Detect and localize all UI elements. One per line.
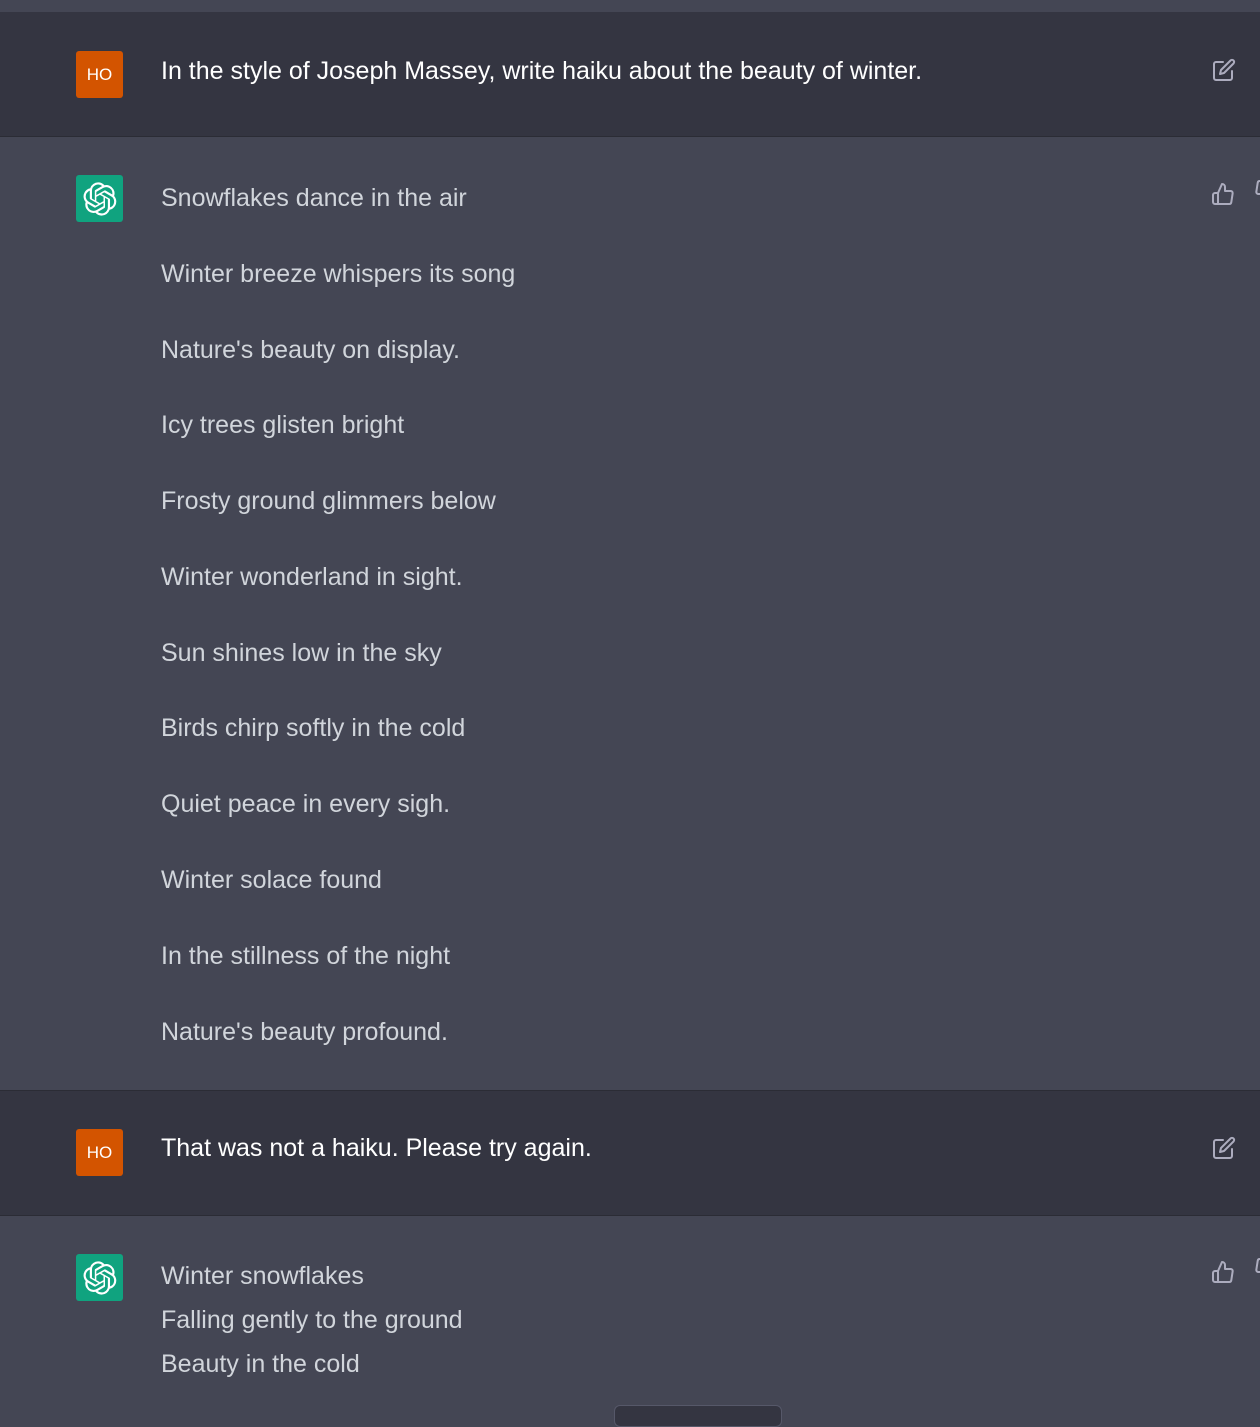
thumbs-up-button[interactable] xyxy=(1208,1257,1238,1287)
haiku-line: Winter wonderland in sight. xyxy=(161,563,463,591)
thumbs-down-icon xyxy=(1255,1258,1260,1273)
openai-logo-icon xyxy=(83,1260,116,1295)
haiku-line: Sun shines low in the sky xyxy=(161,639,442,667)
thumbs-up-icon xyxy=(1212,183,1234,205)
haiku-line: Snowflakes dance in the air xyxy=(161,184,467,212)
user-avatar: HO xyxy=(76,51,123,98)
edit-message-button[interactable] xyxy=(1209,55,1239,85)
user-message: HO That was not a haiku. Please try agai… xyxy=(0,1091,1260,1216)
user-message: HO In the style of Joseph Massey, write … xyxy=(0,12,1260,137)
haiku-line: Nature's beauty profound. xyxy=(161,1018,448,1046)
user-avatar: HO xyxy=(76,1129,123,1176)
haiku-line: In the stillness of the night xyxy=(161,942,451,970)
thumbs-down-button[interactable] xyxy=(1252,179,1260,209)
thumbs-up-icon xyxy=(1212,1261,1234,1283)
thumbs-down-icon xyxy=(1255,180,1260,195)
thumbs-down-button[interactable] xyxy=(1252,1257,1260,1287)
openai-logo-icon xyxy=(83,181,116,216)
haiku-line: Quiet peace in every sigh. xyxy=(161,790,451,818)
haiku-line: Winter snowflakes xyxy=(161,1262,364,1290)
regenerate-button[interactable] xyxy=(614,1405,782,1427)
haiku-line: Winter solace found xyxy=(161,866,382,894)
haiku-line: Birds chirp softly in the cold xyxy=(161,714,466,742)
top-strip xyxy=(0,0,1260,12)
edit-icon xyxy=(1213,1136,1236,1159)
thumbs-up-button[interactable] xyxy=(1208,179,1238,209)
assistant-avatar xyxy=(76,1254,123,1301)
haiku-line: Frosty ground glimmers below xyxy=(161,487,496,515)
haiku-line: Icy trees glisten bright xyxy=(161,411,405,439)
user-avatar-initials: HO xyxy=(86,1142,113,1162)
haiku-line: Beauty in the cold xyxy=(161,1350,360,1378)
edit-message-button[interactable] xyxy=(1209,1133,1239,1163)
edit-icon xyxy=(1213,58,1236,81)
haiku-line: Nature's beauty on display. xyxy=(161,336,460,364)
user-message-text: In the style of Joseph Massey, write hai… xyxy=(161,57,923,85)
user-message-text: That was not a haiku. Please try again. xyxy=(161,1134,592,1162)
haiku-line: Falling gently to the ground xyxy=(161,1306,463,1334)
assistant-message: Winter snowflakes Falling gently to the … xyxy=(0,1216,1260,1418)
assistant-message: Snowflakes dance in the air Winter breez… xyxy=(0,137,1260,1091)
user-avatar-initials: HO xyxy=(86,64,113,84)
haiku-line: Winter breeze whispers its song xyxy=(161,260,516,288)
assistant-avatar xyxy=(76,175,123,222)
